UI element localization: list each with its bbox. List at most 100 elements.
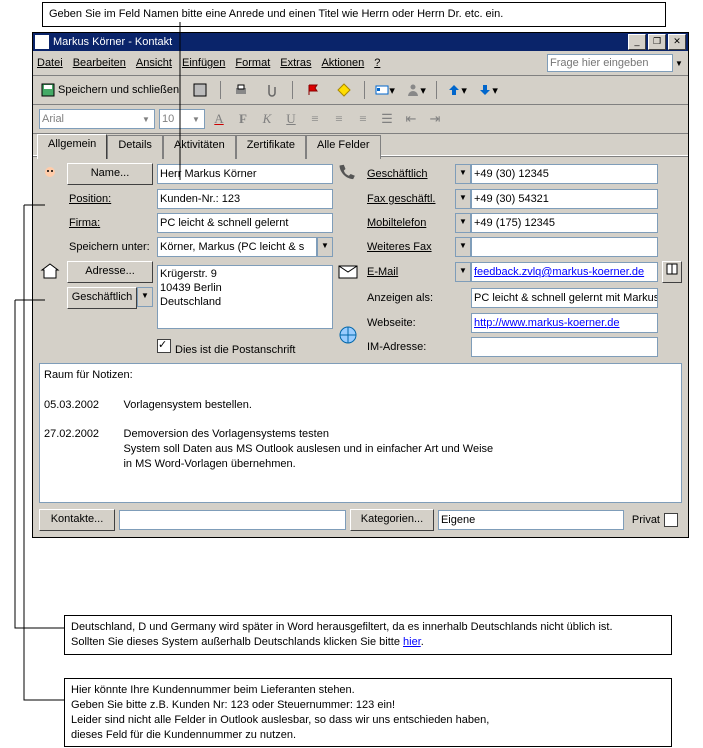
addressbook-button[interactable] <box>662 261 682 283</box>
form-area: Name... Herr Markus Körner Geschäftlich … <box>33 156 688 537</box>
mobile-input[interactable]: +49 (175) 12345 <box>471 213 658 233</box>
maximize-button[interactable]: ❐ <box>648 34 666 50</box>
font-color-button[interactable]: A <box>209 110 229 128</box>
categories-input[interactable]: Eigene <box>438 510 624 530</box>
private-label: Privat <box>632 514 660 526</box>
private-checkbox[interactable] <box>664 513 678 527</box>
arrow2-button[interactable]: ▾ <box>474 79 502 101</box>
tab-zertifikate[interactable]: Zertifikate <box>236 135 306 159</box>
arrow-button[interactable]: ▾ <box>443 79 471 101</box>
displayas-label: Anzeigen als: <box>365 288 451 308</box>
mobile-label: Mobiltelefon <box>365 213 451 233</box>
webpage-label: Webseite: <box>365 313 451 333</box>
fax-input[interactable]: +49 (30) 54321 <box>471 189 658 209</box>
position-label: Position: <box>67 189 153 209</box>
up-arrow-icon <box>447 83 461 97</box>
tab-alle-felder[interactable]: Alle Felder <box>306 135 381 159</box>
underline-button[interactable]: U <box>281 110 301 128</box>
bold-button[interactable]: F <box>233 110 253 128</box>
name-input[interactable]: Herr Markus Körner <box>157 164 333 184</box>
menu-aktionen[interactable]: Aktionen <box>321 57 364 69</box>
tab-allgemein[interactable]: Allgemein <box>37 134 107 159</box>
card-button[interactable]: ▾ <box>371 79 399 101</box>
tab-details[interactable]: Details <box>107 135 163 159</box>
font-size-combo[interactable]: 10▼ <box>159 109 205 129</box>
otherfax-label: Weiteres Fax <box>365 237 451 257</box>
contacts-input[interactable] <box>119 510 346 530</box>
save-close-button[interactable]: Speichern und schließen <box>37 79 183 101</box>
notes-textarea[interactable]: Raum für Notizen: 05.03.2002 Vorlagensys… <box>39 363 682 503</box>
contact-window: Markus Körner - Kontakt _ ❐ ✕ Datei Bear… <box>32 32 689 538</box>
annotation-middle-text: Deutschland, D und Germany wird später i… <box>71 621 613 648</box>
person-head-icon <box>39 163 61 185</box>
fileas-dropdown[interactable]: ▼ <box>317 237 333 257</box>
menu-help[interactable]: ? <box>374 57 380 69</box>
menu-extras[interactable]: Extras <box>280 57 311 69</box>
business-phone-input[interactable]: +49 (30) 12345 <box>471 164 658 184</box>
displayas-input[interactable]: PC leicht & schnell gelernt mit Markus K… <box>471 288 658 308</box>
ask-question-input[interactable] <box>547 54 673 72</box>
postal-checkbox[interactable] <box>157 339 171 353</box>
firma-label: Firma: <box>67 213 153 233</box>
otherfax-dropdown[interactable]: ▼ <box>455 237 471 257</box>
fax-dropdown[interactable]: ▼ <box>455 189 471 209</box>
close-button[interactable]: ✕ <box>668 34 686 50</box>
house-icon <box>39 261 61 283</box>
align-right-button[interactable]: ≡ <box>353 110 373 128</box>
email-input[interactable]: feedback.zvlq@markus-koerner.de <box>471 262 658 282</box>
printer-icon <box>234 83 248 97</box>
position-input[interactable]: Kunden-Nr.: 123 <box>157 189 333 209</box>
flag-button[interactable] <box>299 79 327 101</box>
disk-icon <box>41 83 55 97</box>
book-icon <box>665 262 679 276</box>
menu-bearbeiten[interactable]: Bearbeiten <box>73 57 126 69</box>
indent-button[interactable]: ⇥ <box>425 110 445 128</box>
menu-ansicht[interactable]: Ansicht <box>136 57 172 69</box>
firma-input[interactable]: PC leicht & schnell gelernt <box>157 213 333 233</box>
otherfax-input[interactable] <box>471 237 658 257</box>
menu-format[interactable]: Format <box>235 57 270 69</box>
minimize-button[interactable]: _ <box>628 34 646 50</box>
menu-einfuegen[interactable]: Einfügen <box>182 57 225 69</box>
assign-button[interactable]: ▾ <box>402 79 430 101</box>
address-button[interactable]: Adresse... <box>67 261 153 283</box>
annotation-middle: Deutschland, D und Germany wird später i… <box>64 615 672 655</box>
print-button[interactable] <box>227 79 255 101</box>
window-title: Markus Körner - Kontakt <box>53 33 172 51</box>
address-type-dropdown[interactable]: ▼ <box>137 287 153 307</box>
align-left-button[interactable]: ≡ <box>305 110 325 128</box>
ask-dropdown[interactable]: ▼ <box>674 59 684 68</box>
im-input[interactable] <box>471 337 658 357</box>
contacts-button[interactable]: Kontakte... <box>39 509 115 531</box>
save-button[interactable] <box>186 79 214 101</box>
address-textarea[interactable]: Krügerstr. 9 10439 Berlin Deutschland <box>157 265 333 329</box>
address-type-button[interactable]: Geschäftlich <box>67 287 137 309</box>
toolbar-main: Speichern und schließen ▾ ▾ ▾ ▾ <box>33 76 688 105</box>
phone-icon <box>337 163 359 185</box>
paperclip-icon <box>265 83 279 97</box>
list-button[interactable]: ☰ <box>377 110 397 128</box>
flag-icon <box>306 83 320 97</box>
save-close-label: Speichern und schließen <box>58 84 179 96</box>
italic-button[interactable]: K <box>257 110 277 128</box>
tab-strip: Allgemein Details Aktivitäten Zertifikat… <box>33 134 688 156</box>
fileas-label: Speichern unter: <box>67 237 153 257</box>
menu-datei[interactable]: Datei <box>37 57 63 69</box>
tab-aktivitaeten[interactable]: Aktivitäten <box>163 135 236 159</box>
importance-button[interactable] <box>330 79 358 101</box>
titlebar[interactable]: Markus Körner - Kontakt _ ❐ ✕ <box>33 33 688 51</box>
business-phone-dropdown[interactable]: ▼ <box>455 164 471 184</box>
hier-link[interactable]: hier <box>403 636 421 648</box>
webpage-input[interactable]: http://www.markus-koerner.de <box>471 313 658 333</box>
font-name-combo[interactable]: Arial▼ <box>39 109 155 129</box>
fileas-input[interactable]: Körner, Markus (PC leicht & s <box>157 237 317 257</box>
categories-button[interactable]: Kategorien... <box>350 509 434 531</box>
align-center-button[interactable]: ≡ <box>329 110 349 128</box>
name-button[interactable]: Name... <box>67 163 153 185</box>
outdent-button[interactable]: ⇤ <box>401 110 421 128</box>
mobile-dropdown[interactable]: ▼ <box>455 213 471 233</box>
globe-icon <box>337 324 359 346</box>
email-dropdown[interactable]: ▼ <box>455 262 471 282</box>
attach-button[interactable] <box>258 79 286 101</box>
annotation-bottom: Hier könnte Ihre Kundennummer beim Liefe… <box>64 678 672 747</box>
